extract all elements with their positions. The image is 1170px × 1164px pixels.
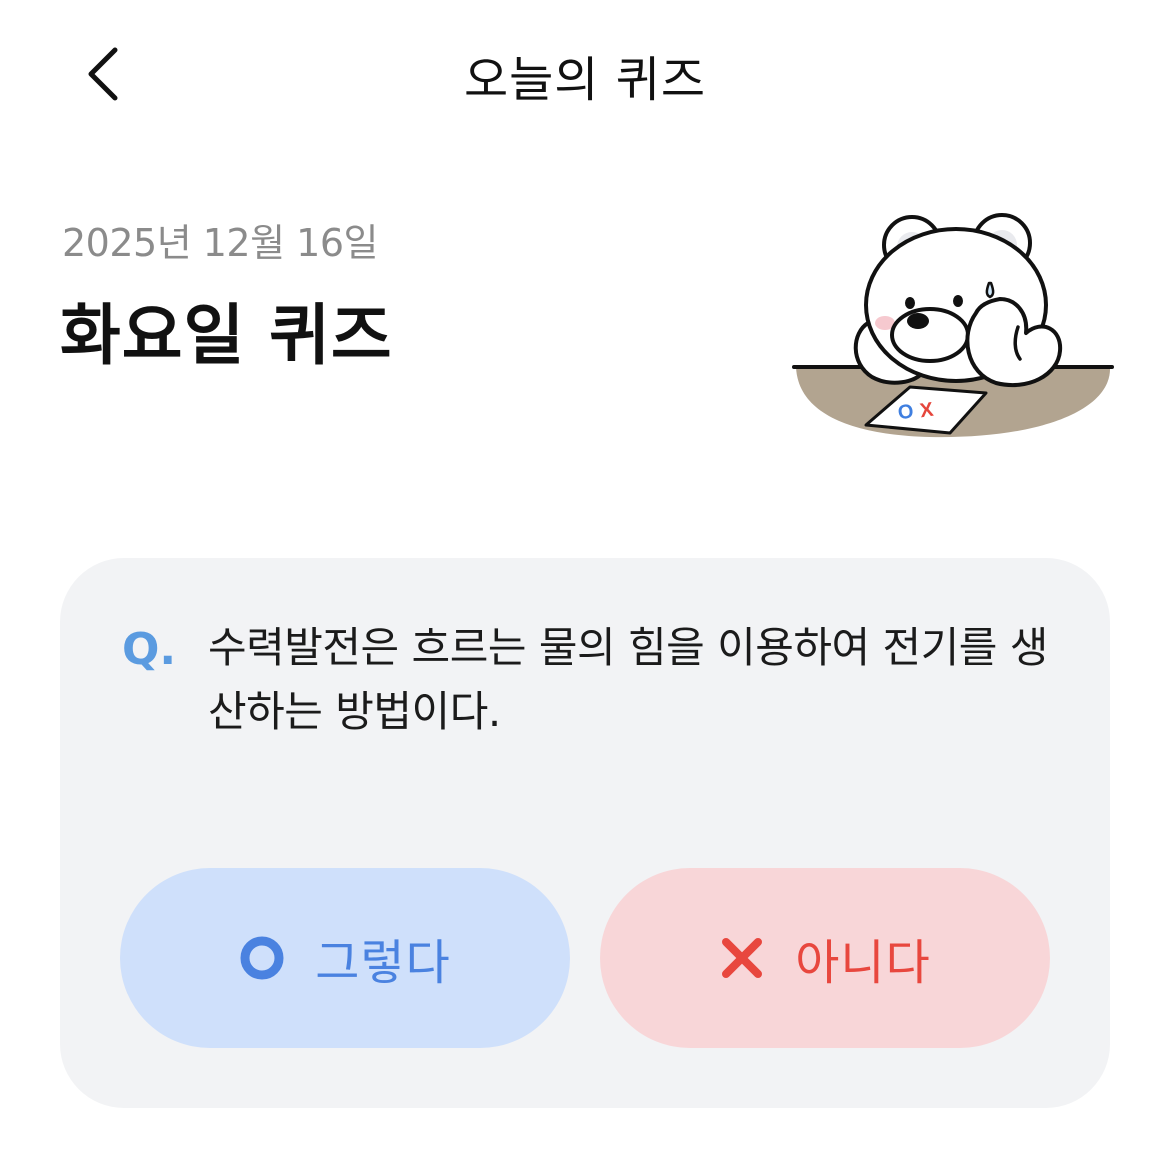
x-icon xyxy=(719,935,765,981)
no-button[interactable]: 아니다 xyxy=(600,868,1050,1048)
no-button-label: 아니다 xyxy=(795,935,931,991)
bear-mascot-illustration: O X xyxy=(792,213,1114,438)
paper-o-mark: O xyxy=(897,400,915,424)
question-mark-label: Q. xyxy=(122,624,177,675)
quiz-title: 화요일 퀴즈 xyxy=(60,297,393,374)
yes-button-label: 그렇다 xyxy=(315,935,451,991)
quiz-card: Q. 수력발전은 흐르는 물의 힘을 이용하여 전기를 생산하는 방법이다. 그… xyxy=(60,558,1110,1108)
page-title: 오늘의 퀴즈 xyxy=(463,52,707,108)
yes-button[interactable]: 그렇다 xyxy=(120,868,570,1048)
header: 오늘의 퀴즈 xyxy=(0,0,1170,150)
circle-o-icon xyxy=(239,935,285,981)
quiz-date: 2025년 12월 16일 xyxy=(62,221,378,265)
question-text: 수력발전은 흐르는 물의 힘을 이용하여 전기를 생산하는 방법이다. xyxy=(208,623,1048,736)
